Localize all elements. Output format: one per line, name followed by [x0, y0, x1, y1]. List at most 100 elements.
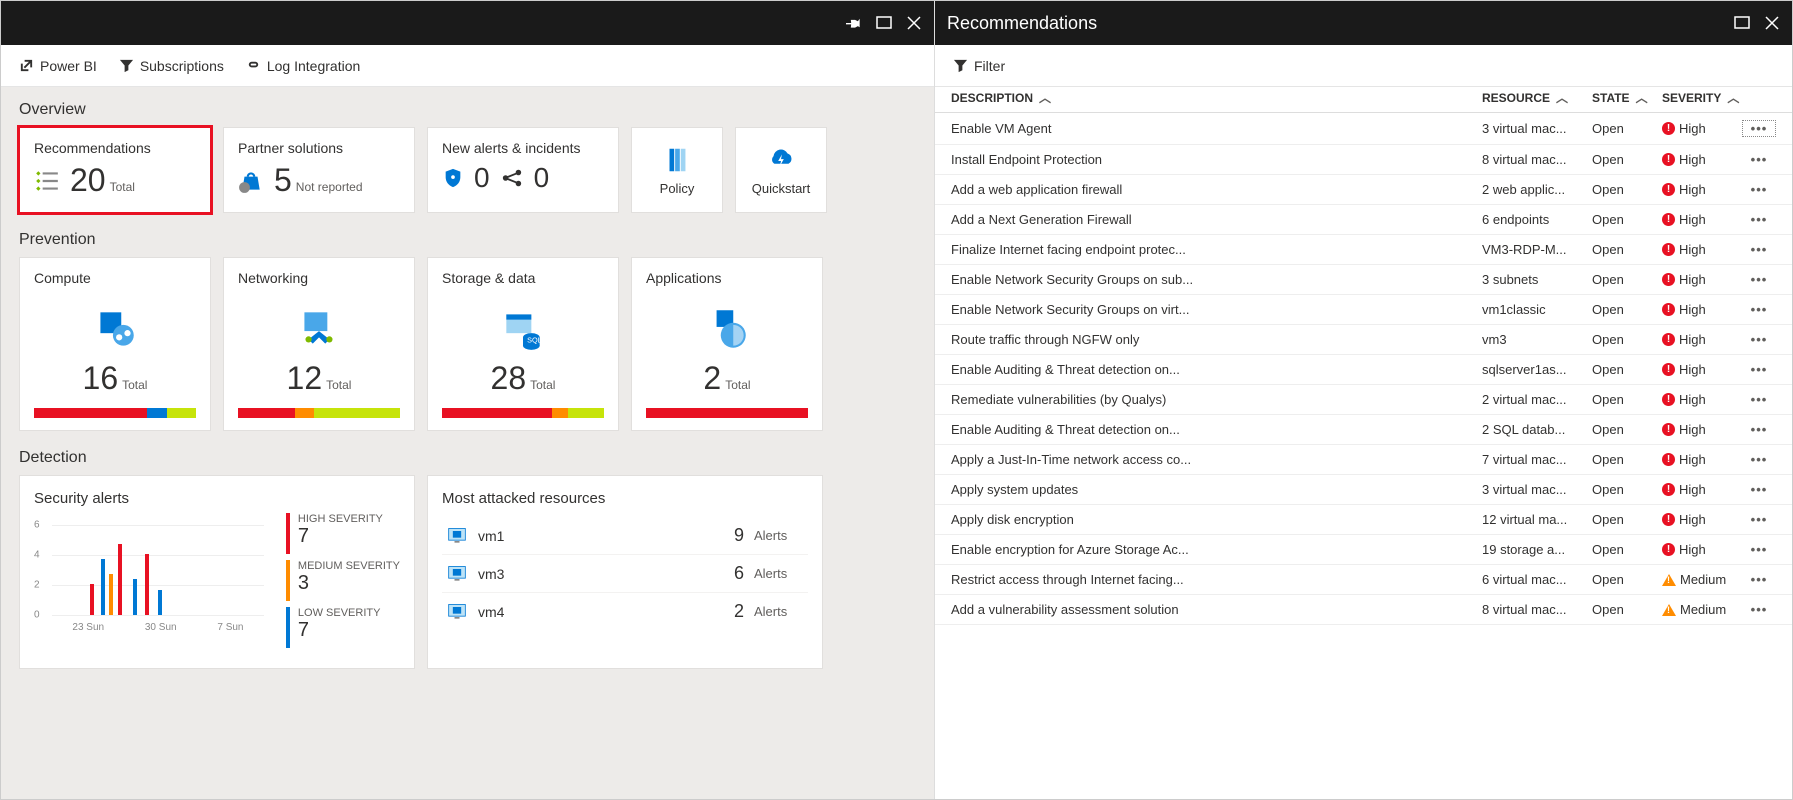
severity-high-icon: ! [1662, 213, 1675, 226]
more-button[interactable]: ••• [1742, 120, 1776, 137]
cloud-bolt-icon [766, 145, 796, 175]
severity-item: HIGH SEVERITY 7 [286, 513, 400, 554]
recommendation-row[interactable]: Apply a Just-In-Time network access co..… [935, 445, 1792, 475]
vm-icon [446, 602, 468, 622]
close-icon[interactable] [906, 15, 922, 31]
attacked-row[interactable]: vm3 6 Alerts [442, 555, 808, 593]
subscriptions-button[interactable]: Subscriptions [119, 58, 224, 74]
more-button[interactable]: ••• [1742, 452, 1776, 467]
severity-bar [442, 408, 604, 418]
prevention-tile-compute[interactable]: Compute 16Total [19, 257, 211, 431]
more-button[interactable]: ••• [1742, 392, 1776, 407]
more-button[interactable]: ••• [1742, 212, 1776, 227]
policy-tile[interactable]: Policy [631, 127, 723, 213]
svg-text:SQL: SQL [527, 335, 542, 344]
more-button[interactable]: ••• [1742, 482, 1776, 497]
prevention-tile-networking[interactable]: Networking 12Total [223, 257, 415, 431]
severity-high-icon: ! [1662, 393, 1675, 406]
chevron-up-icon: ︿ [1039, 91, 1051, 105]
more-button[interactable]: ••• [1742, 422, 1776, 437]
recommendations-title: Recommendations [34, 140, 196, 156]
bag-icon [238, 168, 264, 194]
most-attacked-tile[interactable]: Most attacked resources vm1 9 Alerts vm3… [427, 475, 823, 669]
rec-resource: 2 web applic... [1482, 182, 1592, 197]
log-integration-label: Log Integration [267, 58, 360, 74]
checklist-icon [34, 168, 60, 194]
attacked-row[interactable]: vm1 9 Alerts [442, 517, 808, 555]
prevention-tile-applications[interactable]: Applications 2Total [631, 257, 823, 431]
more-button[interactable]: ••• [1742, 182, 1776, 197]
recommendation-row[interactable]: Enable Network Security Groups on sub...… [935, 265, 1792, 295]
close-icon[interactable] [1764, 15, 1780, 31]
maximize-icon[interactable] [1734, 15, 1750, 31]
alerts-bar-chart: 6 4 2 0 [34, 513, 264, 633]
col-description[interactable]: DESCRIPTION︿ [951, 89, 1482, 106]
partner-tile[interactable]: Partner solutions 5Not reported [223, 127, 415, 213]
rec-description: Enable Auditing & Threat detection on... [951, 422, 1482, 437]
more-button[interactable]: ••• [1742, 332, 1776, 347]
recommendation-row[interactable]: Apply system updates 3 virtual mac... Op… [935, 475, 1792, 505]
pin-icon[interactable] [846, 15, 862, 31]
powerbi-button[interactable]: Power BI [19, 58, 97, 74]
recommendation-row[interactable]: Enable VM Agent 3 virtual mac... Open !H… [935, 113, 1792, 145]
severity-high-icon: ! [1662, 122, 1675, 135]
alerts-tile[interactable]: New alerts & incidents 0 0 [427, 127, 619, 213]
more-button[interactable]: ••• [1742, 512, 1776, 527]
alerts-v2: 0 [534, 162, 550, 194]
rec-state: Open [1592, 542, 1662, 557]
more-button[interactable]: ••• [1742, 572, 1776, 587]
security-alerts-tile[interactable]: Security alerts 6 4 2 0 [19, 475, 415, 669]
left-toolbar: Power BI Subscriptions Log Integration [1, 45, 934, 87]
overview-heading: Overview [19, 101, 916, 119]
severity-bar [238, 408, 400, 418]
recommendation-row[interactable]: Apply disk encryption 12 virtual ma... O… [935, 505, 1792, 535]
rec-description: Add a web application firewall [951, 182, 1482, 197]
recommendation-row[interactable]: Route traffic through NGFW only vm3 Open… [935, 325, 1792, 355]
col-resource[interactable]: RESOURCE︿ [1482, 89, 1592, 106]
recommendation-row[interactable]: Add a web application firewall 2 web app… [935, 175, 1792, 205]
recommendation-row[interactable]: Enable Auditing & Threat detection on...… [935, 355, 1792, 385]
recommendation-row[interactable]: Enable Auditing & Threat detection on...… [935, 415, 1792, 445]
recommendation-row[interactable]: Restrict access through Internet facing.… [935, 565, 1792, 595]
severity-value: 7 [298, 619, 400, 642]
more-button[interactable]: ••• [1742, 542, 1776, 557]
more-button[interactable]: ••• [1742, 272, 1776, 287]
prevention-tile-storage-data[interactable]: Storage & data SQL 28Total [427, 257, 619, 431]
more-button[interactable]: ••• [1742, 242, 1776, 257]
col-state[interactable]: STATE︿ [1592, 89, 1662, 106]
recommendation-row[interactable]: Enable Network Security Groups on virt..… [935, 295, 1792, 325]
recommendation-row[interactable]: Finalize Internet facing endpoint protec… [935, 235, 1792, 265]
policy-label: Policy [660, 181, 695, 196]
tile-title: Networking [238, 270, 400, 286]
tile-title: Compute [34, 270, 196, 286]
security-alerts-title: Security alerts [34, 490, 400, 507]
attacked-row[interactable]: vm4 2 Alerts [442, 593, 808, 630]
more-button[interactable]: ••• [1742, 152, 1776, 167]
rec-description: Add a Next Generation Firewall [951, 212, 1482, 227]
nodes-icon [500, 167, 524, 189]
maximize-icon[interactable] [876, 15, 892, 31]
recommendation-row[interactable]: Install Endpoint Protection 8 virtual ma… [935, 145, 1792, 175]
filter-label: Filter [974, 58, 1005, 74]
rec-severity: !High [1662, 422, 1742, 437]
most-attacked-title: Most attacked resources [442, 490, 808, 507]
recommendations-tile[interactable]: Recommendations 20Total [19, 127, 211, 213]
recommendation-row[interactable]: Enable encryption for Azure Storage Ac..… [935, 535, 1792, 565]
quickstart-tile[interactable]: Quickstart [735, 127, 827, 213]
external-link-icon [19, 58, 34, 73]
filter-button[interactable]: Filter [953, 58, 1005, 74]
tile-suffix: Total [326, 378, 351, 392]
recommendation-row[interactable]: Add a Next Generation Firewall 6 endpoin… [935, 205, 1792, 235]
log-integration-button[interactable]: Log Integration [246, 58, 360, 74]
tile-suffix: Total [122, 378, 147, 392]
more-button[interactable]: ••• [1742, 602, 1776, 617]
column-headers: DESCRIPTION︿ RESOURCE︿ STATE︿ SEVERITY︿ [935, 87, 1792, 113]
recommendation-row[interactable]: Remediate vulnerabilities (by Qualys) 2 … [935, 385, 1792, 415]
rec-state: Open [1592, 482, 1662, 497]
col-severity[interactable]: SEVERITY︿ [1662, 89, 1742, 106]
more-button[interactable]: ••• [1742, 362, 1776, 377]
partner-title: Partner solutions [238, 140, 400, 156]
more-button[interactable]: ••• [1742, 302, 1776, 317]
recommendation-row[interactable]: Add a vulnerability assessment solution … [935, 595, 1792, 625]
severity-high-icon: ! [1662, 483, 1675, 496]
